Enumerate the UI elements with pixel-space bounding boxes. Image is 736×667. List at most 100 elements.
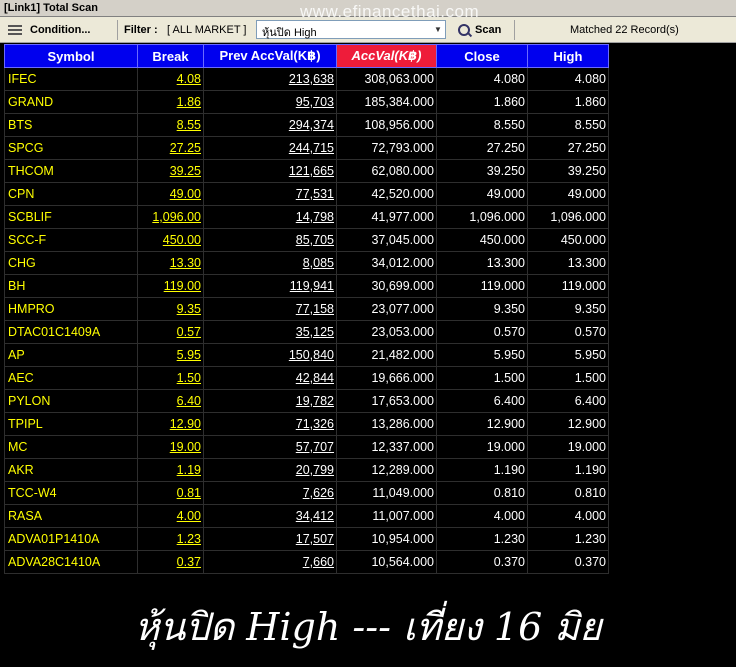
table-row[interactable]: MC 19.00 57,707 12,337.000 19.000 19.000	[4, 435, 609, 459]
table-row[interactable]: IFEC 4.08 213,638 308,063.000 4.080 4.080	[4, 67, 609, 91]
prev-accval-link[interactable]: 7,660	[203, 550, 337, 574]
table-row[interactable]: SCBLIF 1,096.00 14,798 41,977.000 1,096.000 1…	[4, 205, 609, 229]
symbol-cell[interactable]: ADVA01P1410A	[4, 527, 138, 551]
table-row[interactable]: TCC-W4 0.81 7,626 11,049.000 0.810 0.810	[4, 481, 609, 505]
table-row[interactable]: AEC 1.50 42,844 19,666.000 1.500 1.500	[4, 366, 609, 390]
prev-accval-link[interactable]: 213,638	[203, 67, 337, 91]
break-link[interactable]: 6.40	[137, 389, 204, 413]
prev-accval-link[interactable]: 42,844	[203, 366, 337, 390]
table-row[interactable]: TPIPL 12.90 71,326 13,286.000 12.900 12.900	[4, 412, 609, 436]
symbol-cell[interactable]: MC	[4, 435, 138, 459]
break-link[interactable]: 4.08	[137, 67, 204, 91]
symbol-cell[interactable]: SCC-F	[4, 228, 138, 252]
prev-accval-link[interactable]: 71,326	[203, 412, 337, 436]
column-header-symbol[interactable]: Symbol	[4, 44, 138, 68]
prev-accval-link[interactable]: 34,412	[203, 504, 337, 528]
column-header-break[interactable]: Break	[137, 44, 204, 68]
table-row[interactable]: DTAC01C1409A 0.57 35,125 23,053.000 0.570 0.5…	[4, 320, 609, 344]
prev-accval-link[interactable]: 77,158	[203, 297, 337, 321]
break-link[interactable]: 119.00	[137, 274, 204, 298]
prev-accval-link[interactable]: 20,799	[203, 458, 337, 482]
break-link[interactable]: 0.57	[137, 320, 204, 344]
prev-accval-link[interactable]: 19,782	[203, 389, 337, 413]
symbol-cell[interactable]: HMPRO	[4, 297, 138, 321]
prev-accval-link[interactable]: 150,840	[203, 343, 337, 367]
symbol-cell[interactable]: BH	[4, 274, 138, 298]
accval-cell: 62,080.000	[336, 159, 437, 183]
break-link[interactable]: 0.81	[137, 481, 204, 505]
break-link[interactable]: 4.00	[137, 504, 204, 528]
table-row[interactable]: RASA 4.00 34,412 11,007.000 4.000 4.000	[4, 504, 609, 528]
table-row[interactable]: HMPRO 9.35 77,158 23,077.000 9.350 9.350	[4, 297, 609, 321]
prev-accval-link[interactable]: 95,703	[203, 90, 337, 114]
scan-button[interactable]: Scan	[458, 20, 508, 39]
symbol-cell[interactable]: PYLON	[4, 389, 138, 413]
symbol-cell[interactable]: RASA	[4, 504, 138, 528]
prev-accval-link[interactable]: 85,705	[203, 228, 337, 252]
break-link[interactable]: 13.30	[137, 251, 204, 275]
symbol-cell[interactable]: TPIPL	[4, 412, 138, 436]
prev-accval-link[interactable]: 7,626	[203, 481, 337, 505]
break-link[interactable]: 0.37	[137, 550, 204, 574]
symbol-cell[interactable]: ADVA28C1410A	[4, 550, 138, 574]
prev-accval-link[interactable]: 294,374	[203, 113, 337, 137]
filter-market-selector[interactable]: [ ALL MARKET ]	[167, 20, 246, 39]
column-header-prev-accval[interactable]: Prev AccVal(K฿)	[203, 44, 337, 68]
column-header-accval-sorted[interactable]: AccVal(K฿)	[336, 44, 437, 68]
break-link[interactable]: 8.55	[137, 113, 204, 137]
column-header-high[interactable]: High	[527, 44, 609, 68]
table-row[interactable]: BTS 8.55 294,374 108,956.000 8.550 8.550	[4, 113, 609, 137]
break-link[interactable]: 39.25	[137, 159, 204, 183]
symbol-cell[interactable]: BTS	[4, 113, 138, 137]
prev-accval-link[interactable]: 14,798	[203, 205, 337, 229]
table-row[interactable]: SCC-F 450.00 85,705 37,045.000 450.000 450.00…	[4, 228, 609, 252]
break-link[interactable]: 12.90	[137, 412, 204, 436]
break-link[interactable]: 19.00	[137, 435, 204, 459]
prev-accval-link[interactable]: 17,507	[203, 527, 337, 551]
break-link[interactable]: 49.00	[137, 182, 204, 206]
break-link[interactable]: 1,096.00	[137, 205, 204, 229]
symbol-cell[interactable]: DTAC01C1409A	[4, 320, 138, 344]
table-row[interactable]: THCOM 39.25 121,665 62,080.000 39.250 39.250	[4, 159, 609, 183]
prev-accval-link[interactable]: 8,085	[203, 251, 337, 275]
symbol-cell[interactable]: TCC-W4	[4, 481, 138, 505]
table-row[interactable]: CPN 49.00 77,531 42,520.000 49.000 49.000	[4, 182, 609, 206]
scan-type-select[interactable]: หุ้นปิด High ▼	[256, 20, 446, 39]
symbol-cell[interactable]: CPN	[4, 182, 138, 206]
break-link[interactable]: 1.19	[137, 458, 204, 482]
table-row[interactable]: AP 5.95 150,840 21,482.000 5.950 5.950	[4, 343, 609, 367]
prev-accval-link[interactable]: 121,665	[203, 159, 337, 183]
condition-button[interactable]: Condition...	[6, 20, 114, 39]
table-row[interactable]: ADVA28C1410A 0.37 7,660 10,564.000 0.370 0.37…	[4, 550, 609, 574]
table-row[interactable]: SPCG 27.25 244,715 72,793.000 27.250 27.250	[4, 136, 609, 160]
table-row[interactable]: AKR 1.19 20,799 12,289.000 1.190 1.190	[4, 458, 609, 482]
break-link[interactable]: 27.25	[137, 136, 204, 160]
prev-accval-link[interactable]: 77,531	[203, 182, 337, 206]
table-row[interactable]: PYLON 6.40 19,782 17,653.000 6.400 6.400	[4, 389, 609, 413]
symbol-cell[interactable]: GRAND	[4, 90, 138, 114]
table-row[interactable]: GRAND 1.86 95,703 185,384.000 1.860 1.860	[4, 90, 609, 114]
symbol-cell[interactable]: SPCG	[4, 136, 138, 160]
symbol-cell[interactable]: AP	[4, 343, 138, 367]
prev-accval-link[interactable]: 57,707	[203, 435, 337, 459]
chevron-down-icon[interactable]: ▼	[431, 21, 445, 38]
prev-accval-link[interactable]: 119,941	[203, 274, 337, 298]
break-link[interactable]: 1.86	[137, 90, 204, 114]
symbol-cell[interactable]: THCOM	[4, 159, 138, 183]
prev-accval-link[interactable]: 35,125	[203, 320, 337, 344]
break-link[interactable]: 5.95	[137, 343, 204, 367]
break-link[interactable]: 450.00	[137, 228, 204, 252]
symbol-cell[interactable]: CHG	[4, 251, 138, 275]
table-row[interactable]: ADVA01P1410A 1.23 17,507 10,954.000 1.230 1.2…	[4, 527, 609, 551]
break-link[interactable]: 1.23	[137, 527, 204, 551]
symbol-cell[interactable]: IFEC	[4, 67, 138, 91]
symbol-cell[interactable]: AKR	[4, 458, 138, 482]
break-link[interactable]: 9.35	[137, 297, 204, 321]
symbol-cell[interactable]: SCBLIF	[4, 205, 138, 229]
break-link[interactable]: 1.50	[137, 366, 204, 390]
column-header-close[interactable]: Close	[436, 44, 528, 68]
table-row[interactable]: BH 119.00 119,941 30,699.000 119.000 119.000	[4, 274, 609, 298]
table-row[interactable]: CHG 13.30 8,085 34,012.000 13.300 13.300	[4, 251, 609, 275]
prev-accval-link[interactable]: 244,715	[203, 136, 337, 160]
symbol-cell[interactable]: AEC	[4, 366, 138, 390]
